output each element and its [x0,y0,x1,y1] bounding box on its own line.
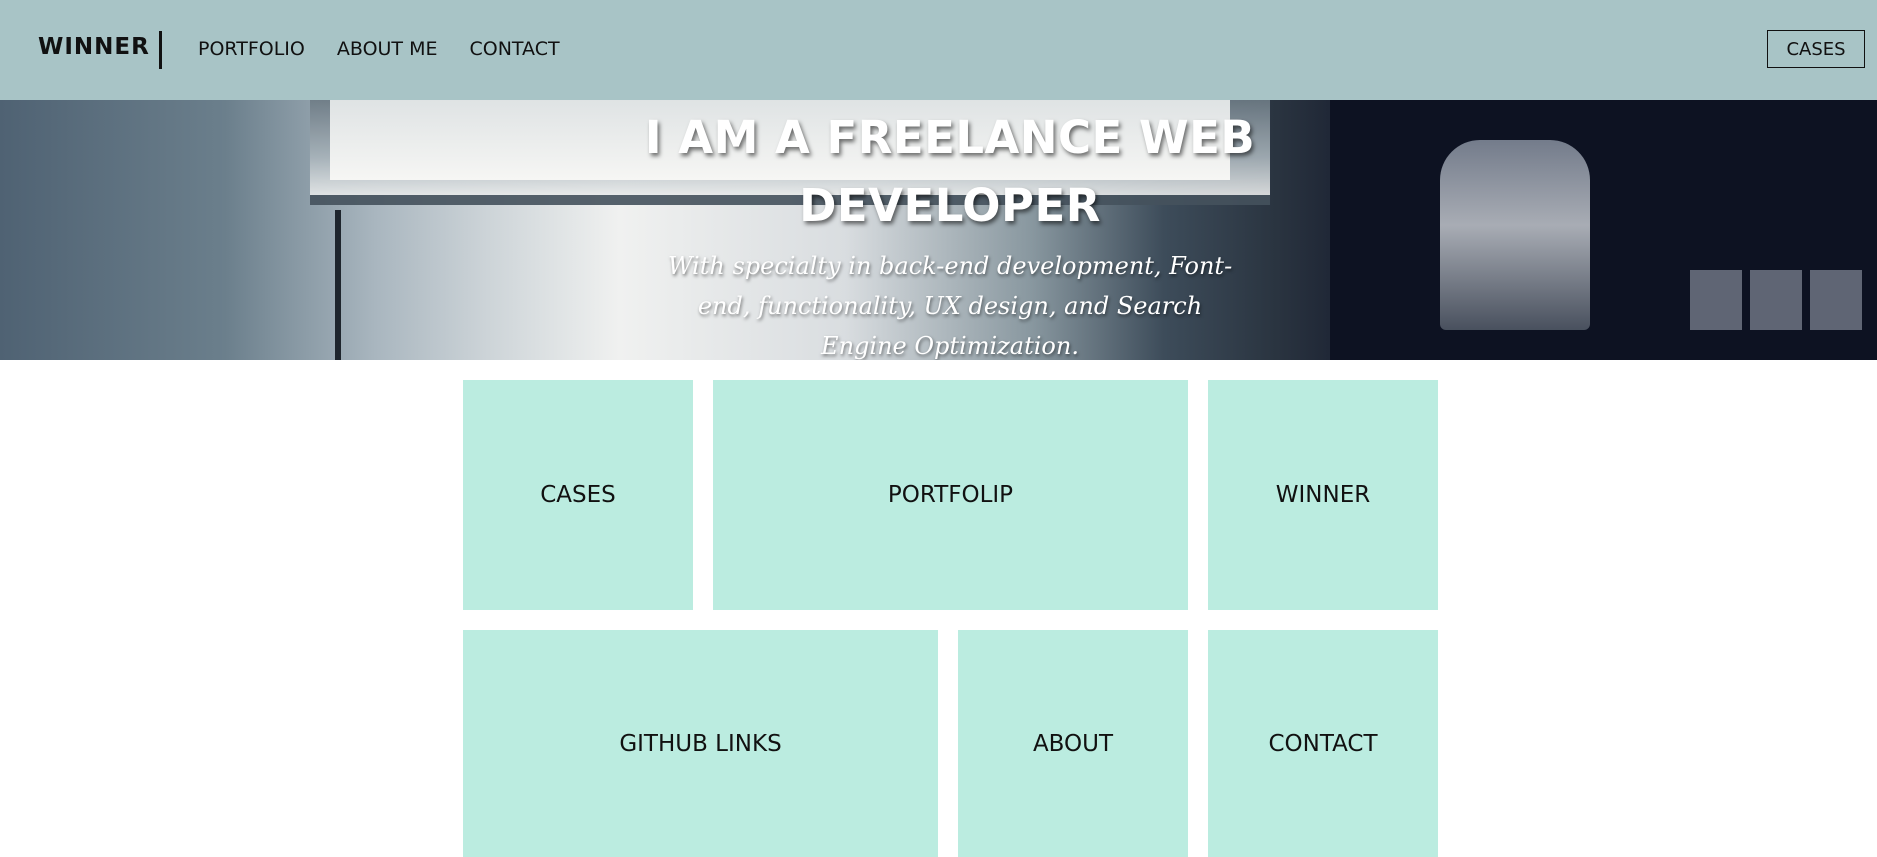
tile-github-links[interactable]: GITHUB LINKS [463,630,938,857]
hero-banner: I AM A FREELANCE WEB DEVELOPER With spec… [0,100,1877,360]
nav-link-portfolio[interactable]: PORTFOLIO [198,38,305,60]
hero-subtitle: With specialty in back-end development, … [667,252,1233,360]
hero-background-video-figure [1440,140,1590,330]
hero-background-thumbnail [1750,270,1802,330]
cases-button[interactable]: CASES [1767,30,1865,68]
brand-divider [159,31,162,69]
tile-cases[interactable]: CASES [463,380,693,610]
brand-logo[interactable]: WINNER [38,34,150,60]
hero-text: I AM A FREELANCE WEB DEVELOPER With spec… [640,100,1260,360]
top-navbar: WINNER PORTFOLIO ABOUT ME CONTACT CASES [0,0,1877,100]
hero-title-line2: DEVELOPER [799,179,1101,232]
hero-title: I AM A FREELANCE WEB DEVELOPER [640,104,1260,240]
nav-link-contact[interactable]: CONTACT [469,38,559,60]
hero-background-desk-leg [335,210,341,360]
tile-contact[interactable]: CONTACT [1208,630,1438,857]
hero-background-thumbnail [1810,270,1862,330]
tile-winner[interactable]: WINNER [1208,380,1438,610]
nav-link-about-me[interactable]: ABOUT ME [337,38,438,60]
nav-links: PORTFOLIO ABOUT ME CONTACT [198,38,560,60]
hero-background-thumbnail [1690,270,1742,330]
tile-portfolip[interactable]: PORTFOLIP [713,380,1188,610]
hero-title-line1: I AM A FREELANCE WEB [644,111,1256,164]
tile-about[interactable]: ABOUT [958,630,1188,857]
